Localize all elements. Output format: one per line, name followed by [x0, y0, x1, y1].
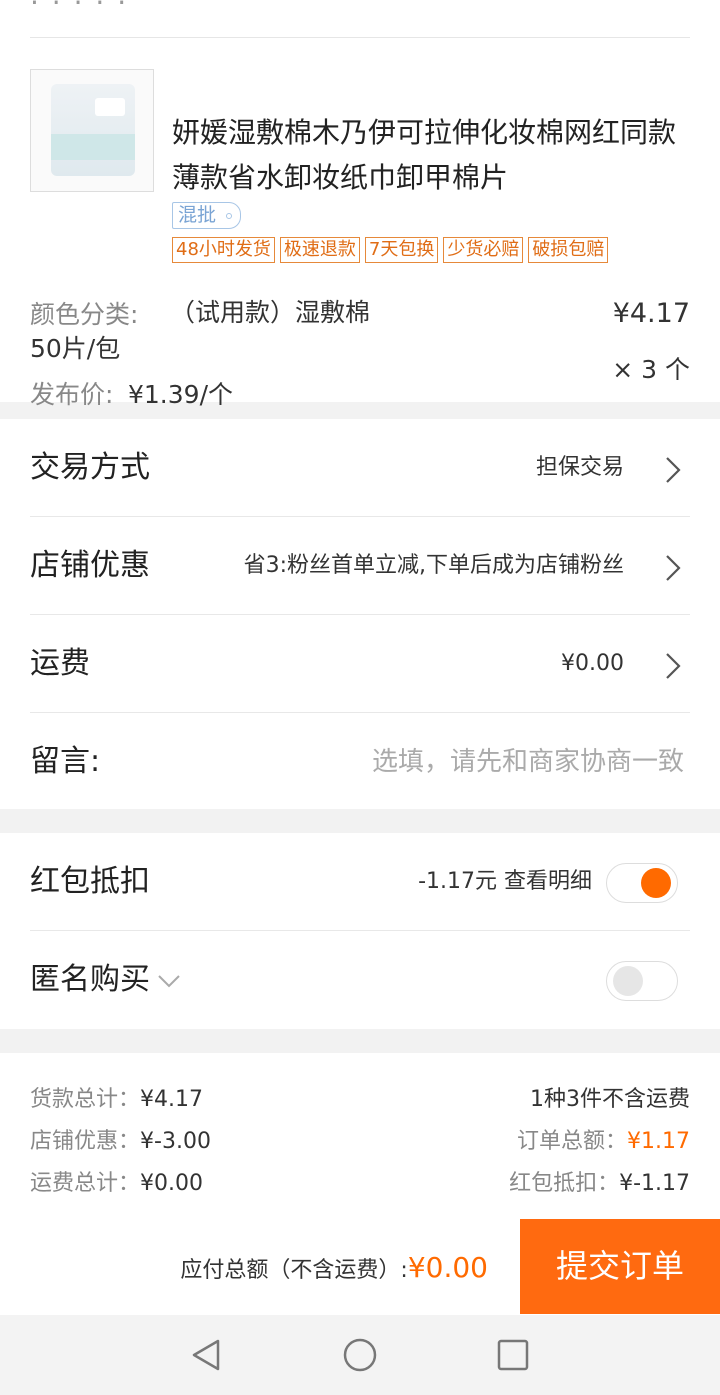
recents-icon[interactable]: [495, 1337, 531, 1373]
redpack-deduct: 红包抵扣：¥-1.17: [509, 1165, 690, 1197]
shipping-total-label: 运费总计：: [30, 1171, 141, 1196]
shipping-row[interactable]: 运费 ¥0.00: [0, 615, 720, 713]
quantity: × 3 个: [612, 355, 690, 384]
service-tag: 破损包赔: [528, 237, 609, 263]
brand-logo: [95, 98, 125, 116]
mix-batch-label: 混批: [178, 204, 217, 226]
payable-total-label: 应付总额（不含运费）:: [180, 1258, 408, 1283]
redpack-detail-link[interactable]: -1.17元 查看明细: [418, 833, 592, 931]
chevron-right-icon: [666, 457, 681, 483]
order-total-value: ¥1.17: [627, 1129, 690, 1154]
order-total-label: 订单总额：: [517, 1129, 628, 1154]
home-icon[interactable]: [342, 1337, 378, 1373]
shipping-label: 运费: [30, 646, 90, 681]
redpack-toggle[interactable]: [606, 863, 678, 903]
unit-price: ¥4.17: [612, 298, 690, 329]
message-input[interactable]: 选填，请先和商家协商一致: [372, 713, 684, 811]
shop-discount-row[interactable]: 店铺优惠 省3:粉丝首单立减,下单后成为店铺粉丝: [0, 517, 720, 615]
chevron-right-icon: [666, 653, 681, 679]
toggle-knob: [641, 868, 671, 898]
sku-value: （试用款）湿敷棉50片/包: [30, 298, 371, 363]
shop-discount-summary-value: ¥-3.00: [140, 1129, 211, 1154]
service-tag: 极速退款: [279, 237, 360, 263]
product-thumbnail[interactable]: [30, 69, 154, 192]
message-label: 留言:: [30, 744, 101, 779]
goods-total-label: 货款总计：: [30, 1087, 141, 1112]
system-nav-bar: [0, 1315, 720, 1395]
order-options: 交易方式 担保交易 店铺优惠 省3:粉丝首单立减,下单后成为店铺粉丝 运费 ¥0…: [0, 419, 720, 809]
publish-price-label: 发布价:: [30, 380, 114, 409]
order-total: 订单总额：¥1.17: [517, 1123, 690, 1155]
tag-hole-icon: [226, 213, 233, 219]
package-band: [51, 134, 135, 160]
mix-batch-tag: 混批: [172, 202, 242, 229]
chevron-down-icon: [158, 974, 180, 987]
item-count: 1种3件不含运费: [530, 1081, 690, 1113]
service-tag: 48小时发货: [172, 237, 275, 263]
anonymous-row: 匿名购买: [0, 931, 720, 1029]
redpack-row: 红包抵扣 -1.17元 查看明细: [0, 833, 720, 931]
item-count-text: 1种3件不含运费: [530, 1087, 690, 1112]
goods-total: 货款总计：¥4.17: [30, 1081, 203, 1113]
trade-method-value: 担保交易: [535, 455, 624, 480]
trade-method-row[interactable]: 交易方式 担保交易: [0, 419, 720, 517]
product-package-image: [51, 84, 135, 176]
service-tags: 48小时发货 极速退款 7天包换 少货必赔 破损包赔: [172, 237, 609, 263]
submit-order-button[interactable]: 提交订单: [520, 1219, 720, 1314]
shop-discount-summary-label: 店铺优惠：: [30, 1129, 141, 1154]
shipping-value: ¥0.00: [561, 651, 624, 676]
service-tag: 少货必赔: [443, 237, 524, 263]
anonymous-label: 匿名购买: [30, 962, 150, 997]
shop-discount-label: 店铺优惠: [30, 548, 150, 583]
redpack-deduct-label: 红包抵扣：: [509, 1171, 620, 1196]
redpack-deduct-value: ¥-1.17: [619, 1171, 690, 1196]
shipping-total: 运费总计：¥0.00: [30, 1165, 203, 1197]
trade-method-label: 交易方式: [30, 450, 150, 485]
shop-discount-summary: 店铺优惠：¥-3.00: [30, 1123, 211, 1155]
anonymous-toggle[interactable]: [606, 961, 678, 1001]
redpack-label: 红包抵扣: [30, 864, 150, 899]
product-card[interactable]: 妍媛湿敷棉木乃伊可拉伸化妆棉网红同款薄款省水卸妆纸巾卸甲棉片 混批 48小时发货…: [0, 38, 720, 409]
cut-off-text: · · · · ·: [30, 0, 129, 19]
anonymous-label-wrap[interactable]: 匿名购买: [30, 931, 182, 1029]
payment-options: 红包抵扣 -1.17元 查看明细 匿名购买: [0, 833, 720, 1029]
shipping-total-value: ¥0.00: [140, 1171, 203, 1196]
message-row: 留言: 选填，请先和商家协商一致: [0, 713, 720, 811]
top-partial-row: · · · · ·: [0, 0, 720, 38]
service-tag: 7天包换: [364, 237, 439, 263]
shop-discount-value: 省3:粉丝首单立减,下单后成为店铺粉丝: [243, 553, 624, 578]
payable-total: 应付总额（不含运费）:¥0.00: [180, 1250, 488, 1289]
payable-total-amount: ¥0.00: [407, 1251, 488, 1284]
chevron-right-icon: [666, 555, 681, 581]
product-title[interactable]: 妍媛湿敷棉木乃伊可拉伸化妆棉网红同款薄款省水卸妆纸巾卸甲棉片: [172, 110, 692, 200]
goods-total-value: ¥4.17: [140, 1087, 203, 1112]
publish-price-value: ¥1.39/个: [128, 380, 233, 409]
toggle-knob: [613, 966, 643, 996]
back-icon[interactable]: [188, 1337, 224, 1373]
